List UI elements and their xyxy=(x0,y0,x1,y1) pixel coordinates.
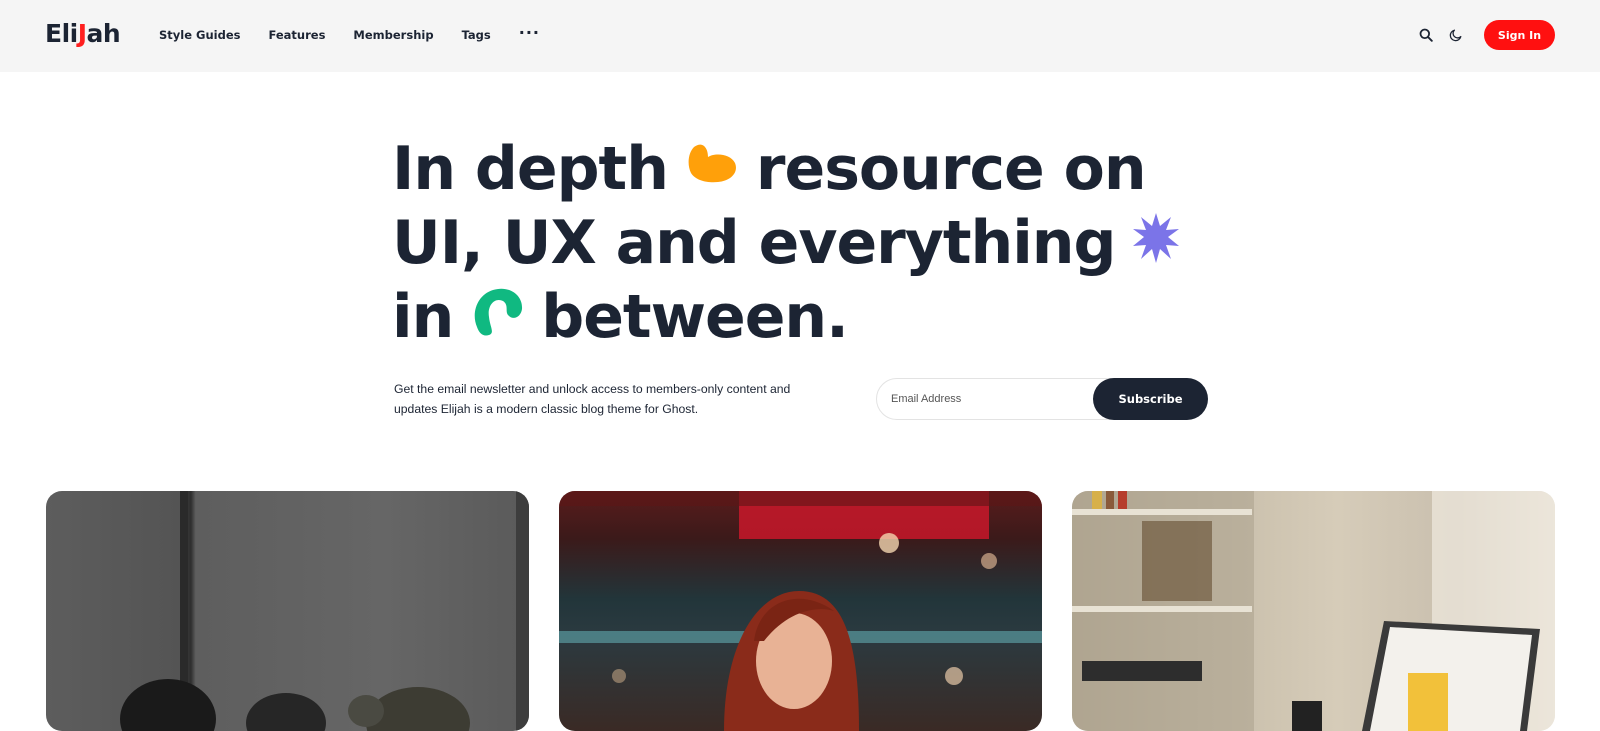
purple-star-shape xyxy=(1133,208,1180,278)
desk-laptop-newsletter-photo xyxy=(1072,491,1555,731)
post-card-image-3[interactable] xyxy=(1072,491,1555,731)
site-header: EliJah Style Guides Features Membership … xyxy=(0,0,1600,72)
orange-heart-shape xyxy=(686,134,738,204)
hero-text: in xyxy=(392,282,454,352)
people-with-headphones-photo xyxy=(120,491,529,731)
hero-text: resource on xyxy=(755,134,1147,204)
logo-text-accent: J xyxy=(77,19,87,48)
logo-text-end: ah xyxy=(86,19,121,48)
subscribe-button[interactable]: Subscribe xyxy=(1093,378,1208,420)
moon-icon[interactable] xyxy=(1446,25,1466,45)
email-input[interactable] xyxy=(891,379,1091,419)
logo-text-start: Eli xyxy=(45,19,78,48)
subscribe-form: Subscribe xyxy=(876,378,1208,420)
more-horizontal-icon[interactable]: ··· xyxy=(519,23,540,42)
post-card-image-1[interactable] xyxy=(46,491,529,731)
hero-line-1: In depth resource on xyxy=(392,132,1192,206)
hero-line-2: UI, UX and everything xyxy=(392,206,1192,280)
green-swirl-shape xyxy=(471,282,523,352)
search-icon[interactable] xyxy=(1416,25,1436,45)
main-nav: Style Guides Features Membership Tags ··… xyxy=(159,23,568,46)
site-logo[interactable]: EliJah xyxy=(45,19,121,49)
nav-item-style-guides[interactable]: Style Guides xyxy=(159,28,240,42)
hero-text: between. xyxy=(541,282,849,352)
nav-item-membership[interactable]: Membership xyxy=(353,28,433,42)
hero-text: In depth xyxy=(392,134,669,204)
nav-item-tags[interactable]: Tags xyxy=(462,28,491,42)
hero-text: UI, UX and everything xyxy=(392,208,1116,278)
sign-in-button[interactable]: Sign In xyxy=(1484,20,1555,50)
nav-item-features[interactable]: Features xyxy=(268,28,325,42)
newsletter-description: Get the email newsletter and unlock acce… xyxy=(394,382,791,416)
post-card-image-2[interactable] xyxy=(559,491,1042,731)
smiling-redhead-woman-neon-photo xyxy=(559,491,1042,731)
hero-headline: In depth resource on UI, UX and everythi… xyxy=(392,132,1192,354)
hero-line-3: in between. xyxy=(392,280,1192,354)
